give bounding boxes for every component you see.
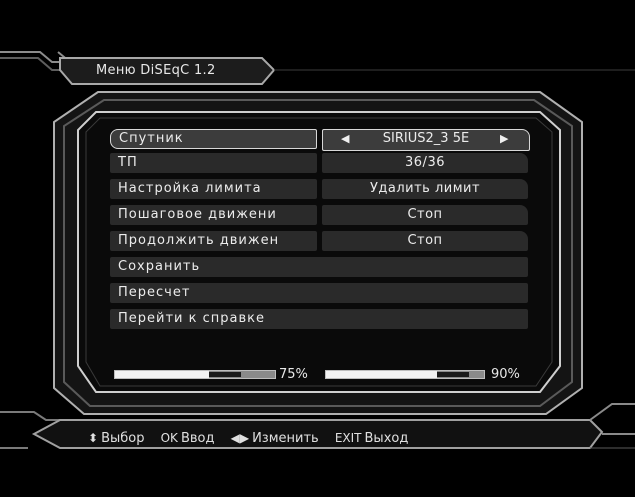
help-change: ◀▶ Изменить <box>231 431 319 446</box>
signal-strength-empty <box>209 372 241 377</box>
menu-row-label: Пошаговое движени <box>110 205 317 225</box>
satellite-selector[interactable]: ◀ SIRIUS2_3 5E ▶ <box>322 129 530 151</box>
help-select-label: Выбор <box>101 431 145 446</box>
menu-row-label: Настройка лимита <box>110 179 317 199</box>
signal-quality-value: 90% <box>491 367 520 382</box>
menu-row-satellite[interactable]: Спутник ◀ SIRIUS2_3 5E ▶ <box>110 129 530 151</box>
menu-row-goto-reference[interactable]: Перейти к справке <box>110 309 528 329</box>
menu-row-step-move[interactable]: Пошаговое движени Стоп <box>110 205 528 225</box>
menu-row-label: ТП <box>110 153 317 173</box>
help-exit-label: Выход <box>364 431 409 446</box>
ok-key-label: OK <box>160 431 178 445</box>
menu-row-label: Сохранить <box>110 257 528 277</box>
tv-screen: Меню DiSEqC 1.2 Спутник ◀ SIRIUS2_3 5E ▶… <box>0 0 635 497</box>
help-legend: ⬍ Выбор OK Ввод ◀▶ Изменить EXIT Выход <box>88 431 420 446</box>
signal-strength-bar <box>114 370 276 379</box>
help-exit: EXIT Выход <box>335 431 409 446</box>
arrow-left-icon[interactable]: ◀ <box>341 130 350 148</box>
menu-row-value: Удалить лимит <box>322 179 528 199</box>
signal-quality-bar <box>325 370 485 379</box>
signal-strength-value: 75% <box>279 367 308 382</box>
menu-row-value: Стоп <box>322 231 528 251</box>
left-right-icon: ◀▶ <box>230 431 250 445</box>
help-enter: OK Ввод <box>161 431 215 446</box>
menu-row-limit-setup[interactable]: Настройка лимита Удалить лимит <box>110 179 528 199</box>
menu-row-tp[interactable]: ТП 36/36 <box>110 153 528 173</box>
menu-row-label: Спутник <box>110 129 317 149</box>
menu-row-value: Стоп <box>322 205 528 225</box>
signal-quality-fill <box>326 371 437 378</box>
signal-quality-empty <box>437 372 469 377</box>
satellite-value: SIRIUS2_3 5E <box>382 131 470 146</box>
help-enter-label: Ввод <box>180 431 215 446</box>
help-select: ⬍ Выбор <box>88 431 144 446</box>
menu-row-label: Пересчет <box>110 283 528 303</box>
arrow-right-icon[interactable]: ▶ <box>500 130 509 148</box>
menu-row-continuous-move[interactable]: Продолжить движен Стоп <box>110 231 528 251</box>
help-change-label: Изменить <box>252 431 319 446</box>
signal-strength-fill <box>115 371 209 378</box>
menu-row-label: Перейти к справке <box>110 309 528 329</box>
menu-row-label: Продолжить движен <box>110 231 317 251</box>
menu-row-value: 36/36 <box>322 153 528 173</box>
menu-row-recalculate[interactable]: Пересчет <box>110 283 528 303</box>
up-down-icon: ⬍ <box>88 431 99 445</box>
menu-row-save[interactable]: Сохранить <box>110 257 528 277</box>
page-title: Меню DiSEqC 1.2 <box>96 63 216 78</box>
exit-key-label: EXIT <box>334 431 362 445</box>
